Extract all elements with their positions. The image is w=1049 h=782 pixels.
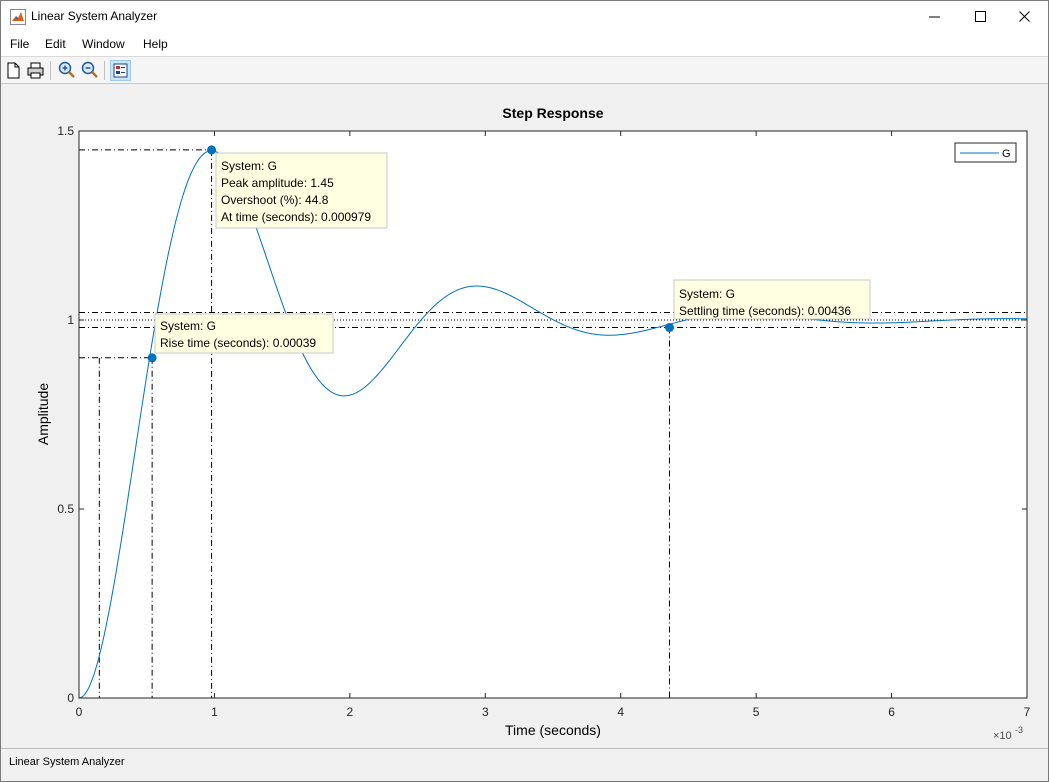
zoom-out-button[interactable] — [79, 60, 100, 81]
peak-marker[interactable] — [207, 145, 217, 155]
legend-label-G: G — [1002, 148, 1011, 160]
maximize-icon — [975, 11, 986, 22]
rise-time-marker[interactable] — [147, 353, 157, 363]
menu-bar: File Edit Window Help — [1, 32, 1048, 57]
legend[interactable]: G — [954, 142, 1017, 163]
peak-annotation[interactable]: System: G Peak amplitude: 1.45 Overshoot… — [215, 152, 388, 229]
x-tick-label: 7 — [1024, 705, 1031, 719]
close-button[interactable] — [1002, 1, 1048, 32]
menu-edit[interactable]: Edit — [45, 37, 66, 51]
plot-configurations-icon — [113, 63, 128, 78]
print-icon — [27, 62, 44, 79]
y-tick-label: 0 — [67, 691, 74, 705]
x-tick-label: 4 — [617, 705, 624, 719]
x-tick-label: 1 — [211, 705, 218, 719]
minimize-icon — [929, 16, 940, 18]
x-axis-label: Time (seconds) — [505, 722, 601, 738]
menu-help[interactable]: Help — [143, 37, 168, 51]
title-bar[interactable]: Linear System Analyzer — [1, 1, 1048, 32]
x-tick-label: 3 — [482, 705, 489, 719]
annotation-line: Peak amplitude: 1.45 — [221, 176, 334, 190]
annotation-line: At time (seconds): 0.000979 — [221, 210, 371, 224]
annotation-line: Settling time (seconds): 0.00436 — [679, 304, 851, 318]
maximize-button[interactable] — [958, 1, 1004, 32]
x-tick-label: 2 — [347, 705, 354, 719]
rise-time-annotation[interactable]: System: G Rise time (seconds): 0.00039 — [154, 313, 334, 354]
app-window: Linear System Analyzer File Edit Window … — [0, 0, 1049, 782]
menu-window[interactable]: Window — [82, 37, 125, 51]
annotation-line: System: G — [679, 287, 735, 301]
print-button[interactable] — [25, 60, 46, 81]
toolbar-separator — [104, 61, 105, 80]
x-exponent-power: -3 — [1015, 725, 1023, 735]
chart-title: Step Response — [502, 105, 603, 121]
x-tick-label: 6 — [888, 705, 895, 719]
x-tick-label: 0 — [76, 705, 83, 719]
annotation-line: System: G — [160, 319, 216, 333]
close-icon — [1019, 11, 1030, 22]
settling-time-annotation[interactable]: System: G Settling time (seconds): 0.004… — [673, 279, 871, 320]
minimize-button[interactable] — [912, 1, 958, 32]
menu-file[interactable]: File — [10, 37, 29, 51]
plot-configurations-button[interactable] — [110, 60, 131, 81]
annotation-line: Rise time (seconds): 0.00039 — [160, 336, 316, 350]
toolbar-separator — [50, 61, 51, 80]
window-title: Linear System Analyzer — [31, 9, 158, 23]
x-exponent-label: ×10 -3 — [993, 725, 1023, 742]
status-bar: Linear System Analyzer — [1, 748, 1048, 781]
step-response-plot[interactable]: Step Response Time (seconds) Amplitude ×… — [2, 85, 1047, 747]
figure-area: Step Response Time (seconds) Amplitude ×… — [2, 85, 1047, 747]
y-tick-label: 1 — [67, 313, 74, 327]
toolbar — [1, 57, 1048, 84]
y-tick-label: 0.5 — [57, 502, 74, 516]
x-exponent-base: ×10 — [993, 730, 1012, 742]
x-tick-label: 5 — [753, 705, 760, 719]
annotation-line: Overshoot (%): 44.8 — [221, 193, 329, 207]
new-document-icon — [7, 62, 20, 79]
matlab-logo-icon — [10, 9, 26, 25]
settling-time-marker[interactable] — [664, 323, 674, 333]
zoom-in-button[interactable] — [56, 60, 77, 81]
new-button[interactable] — [3, 60, 24, 81]
zoom-in-icon — [58, 61, 75, 78]
status-text: Linear System Analyzer — [9, 756, 125, 768]
y-axis-label: Amplitude — [35, 383, 51, 445]
annotation-line: System: G — [221, 159, 277, 173]
zoom-out-icon — [81, 61, 98, 78]
y-tick-label: 1.5 — [57, 124, 74, 138]
